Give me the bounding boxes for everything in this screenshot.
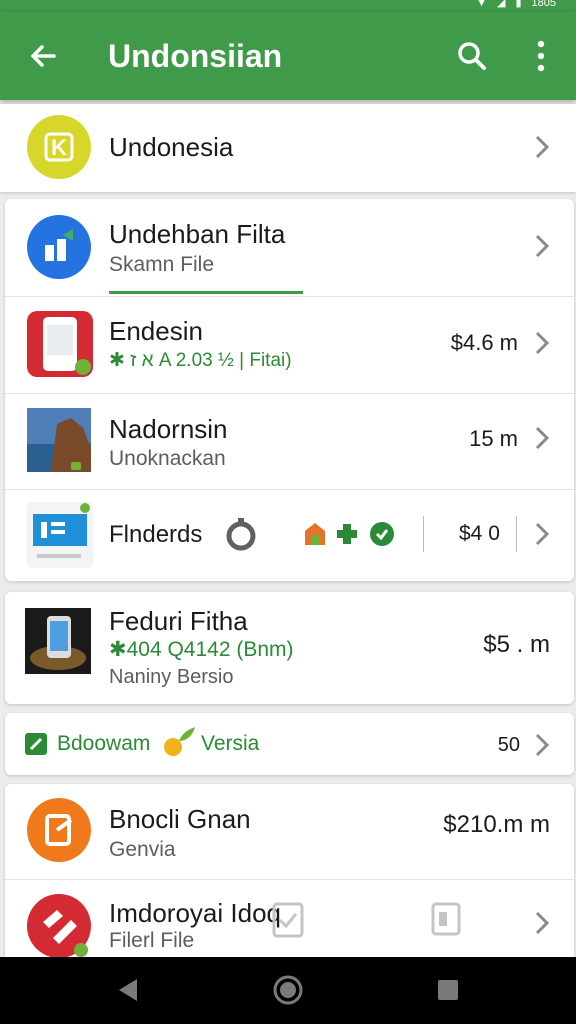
system-nav-bar <box>0 957 576 1024</box>
status-time: 1805 <box>531 0 556 9</box>
list-item-subtitle: Genvia <box>109 838 176 861</box>
chevron-right-icon <box>535 135 550 159</box>
search-icon <box>458 42 486 70</box>
card-group-1: Undehban Filta Skamn File Endesin ✱ א ז … <box>5 199 574 581</box>
count-label: 50 <box>497 734 520 756</box>
price-label: $4 0 <box>459 522 500 545</box>
card-undonesia[interactable]: K Undonesia <box>0 104 576 192</box>
house-icon[interactable] <box>303 521 327 547</box>
puzzle-icon[interactable] <box>333 520 361 548</box>
list-item-title: Feduri Fitha <box>109 606 248 636</box>
battery-icon: ▮ <box>515 0 522 9</box>
search-button[interactable] <box>452 36 492 76</box>
app-red-icon <box>27 894 91 958</box>
clipboard-icon[interactable] <box>430 900 462 938</box>
chevron-right-icon <box>535 733 550 757</box>
list-item-subtitle: Unoknackan <box>109 447 226 470</box>
list-item-title: Imdoroyai Idoq <box>109 898 281 928</box>
price-label: $5 . m <box>483 631 550 658</box>
app-orange-icon <box>27 798 91 862</box>
signal-icon: ◢ <box>496 0 506 9</box>
vertical-divider <box>516 516 517 552</box>
more-vert-icon <box>537 40 545 72</box>
list-item-title: Flnderds <box>109 521 203 548</box>
more-options-button[interactable] <box>521 36 561 76</box>
app-logo-icon: K <box>27 115 91 179</box>
nav-back-icon[interactable] <box>111 973 145 1007</box>
wifi-icon: ▼ <box>476 0 487 9</box>
list-item-title: Undonesia <box>109 132 234 162</box>
price-label: $210.m m <box>443 811 550 838</box>
nav-home-icon[interactable] <box>271 973 305 1007</box>
list-item-bnocli[interactable]: Bnocli Gnan Genvia $210.m m <box>5 784 574 879</box>
app-blue-icon <box>27 215 91 279</box>
card-feduri[interactable]: Feduri Fitha ✱404 Q4142 (Bnm) Naniny Ber… <box>5 592 574 704</box>
list-item-title: Nadornsin <box>109 414 228 444</box>
list-item-title: Versia <box>201 732 260 755</box>
size-label: 15 m <box>469 426 518 451</box>
list-item-endesin[interactable]: Endesin ✱ א ז A 2.03 ½ | Fitai) $4.6 m <box>5 297 574 393</box>
chat-icon[interactable] <box>368 520 396 548</box>
page-title: Undonsiian <box>108 38 283 74</box>
list-item-title: Endesin <box>109 316 203 346</box>
list-item-subtitle: ✱ א ז A 2.03 ½ | Fitai) <box>109 350 292 371</box>
chevron-right-icon <box>535 911 550 935</box>
refresh-icon[interactable] <box>223 516 259 552</box>
back-button[interactable] <box>24 36 64 76</box>
list-item-undehban[interactable]: Undehban Filta Skamn File <box>5 199 574 296</box>
status-bar: ▼ ◢ ▮ 1805 <box>0 0 576 12</box>
list-item-subtitle: Filerl File <box>109 929 195 952</box>
chevron-right-icon <box>535 522 550 546</box>
arrow-back-icon <box>31 45 56 67</box>
card-bdoowam[interactable]: Bdoowam Versia 50 <box>5 713 574 775</box>
app-bar: Undonsiian <box>0 12 576 100</box>
clipboard-check-icon[interactable] <box>271 898 305 938</box>
list-item-flnderds[interactable]: Flnderds $4 0 <box>5 490 574 581</box>
list-item-title: Bnocli Gnan <box>109 804 251 834</box>
chevron-right-icon <box>535 234 550 258</box>
phone-thumbnail-icon <box>25 608 91 674</box>
list-item-subtitle: ✱404 Q4142 (Bnm) <box>109 638 294 661</box>
landscape-thumbnail-icon <box>27 408 91 472</box>
sun-leaf-icon <box>164 727 195 756</box>
nav-recents-icon[interactable] <box>431 973 465 1007</box>
list-item-nadornsin[interactable]: Nadornsin Unoknackan 15 m <box>5 394 574 489</box>
list-item-detail: Naniny Bersio <box>109 666 234 688</box>
card-group-2: Bnocli Gnan Genvia $210.m m Imdoroyai Id… <box>5 784 574 974</box>
document-app-icon <box>27 502 93 568</box>
chevron-right-icon <box>535 331 550 355</box>
phone-app-icon <box>27 311 93 377</box>
price-label: $4.6 m <box>450 330 518 355</box>
svg-text:K: K <box>51 135 67 160</box>
progress-underline <box>109 291 303 294</box>
list-item-title: Bdoowam <box>57 732 151 755</box>
edit-square-icon <box>25 733 47 755</box>
chevron-right-icon <box>535 426 550 450</box>
vertical-divider <box>423 516 424 552</box>
list-item-subtitle: Skamn File <box>109 253 215 276</box>
list-item-title: Undehban Filta <box>109 219 286 249</box>
